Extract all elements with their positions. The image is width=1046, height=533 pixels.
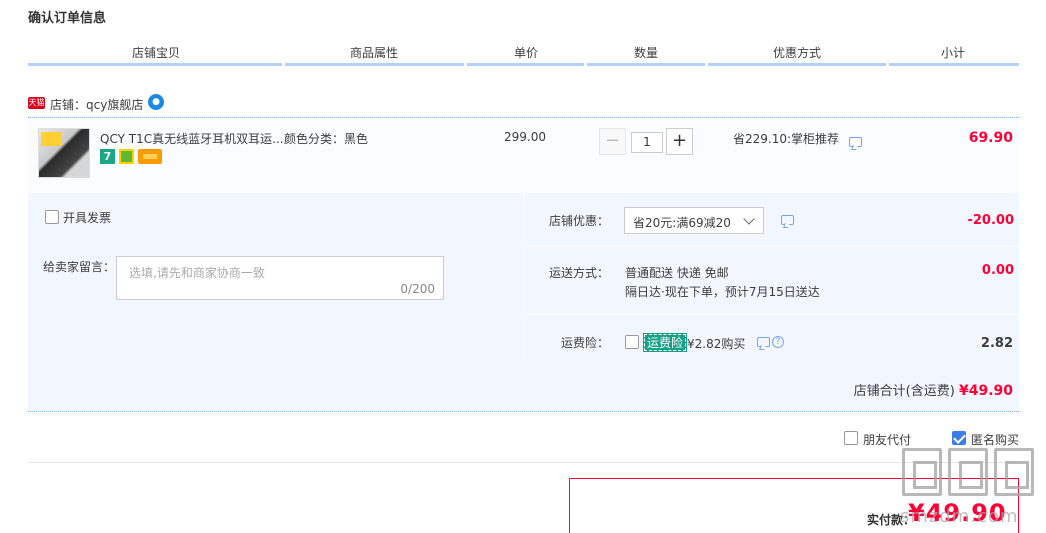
chevron-down-icon <box>743 213 755 225</box>
discount-info-icon[interactable] <box>849 137 862 147</box>
wangwang-chat-icon[interactable]: ● <box>148 94 164 110</box>
insurance-amount: 2.82 <box>980 336 1013 351</box>
header-bar <box>587 63 705 66</box>
shop-discount-amount: -20.00 <box>967 213 1014 228</box>
help-icon[interactable]: ? <box>772 336 784 348</box>
order-item: QCY T1C真无线蓝牙耳机双耳运... 颜色分类：黑色 7 299.00 − … <box>28 117 1019 193</box>
invoice-checkbox[interactable] <box>45 210 59 224</box>
header-bar <box>285 63 464 66</box>
table-header: 店铺宝贝 商品属性 单价 数量 优惠方式 小计 <box>28 44 1019 66</box>
header-bar <box>889 63 1019 66</box>
shipping-label: 运送方式： <box>549 266 610 280</box>
header-discount: 优惠方式 <box>773 46 822 60</box>
order-options: 开具发票 给卖家留言： 选填,请先和商家协商一致 0/200 店铺优惠： 省20… <box>28 193 1020 412</box>
quantity-decrease-button[interactable]: − <box>599 128 626 155</box>
seller-memo-input[interactable]: 选填,请先和商家协商一致 0/200 <box>116 256 444 300</box>
header-subtotal: 小计 <box>941 46 966 60</box>
insurance-tag: 运费险 <box>642 333 688 352</box>
shipping-eta: 隔日达·现在下单，预计7月15日送达 <box>625 285 820 299</box>
item-subtotal: 69.90 <box>968 130 1013 146</box>
shop-total: 店铺合计(含运费) ¥49.90 <box>854 380 1013 399</box>
credit-card-icon[interactable] <box>138 149 162 164</box>
quantity-stepper: − 1 + <box>599 128 694 156</box>
shop-discount-value: 省20元:满69减20 <box>633 216 731 230</box>
page-title: 确认订单信息 <box>28 11 107 26</box>
payment-amount: ¥49.90 <box>908 499 1007 527</box>
guarantee-icon[interactable] <box>119 149 134 164</box>
buyer-options: 开具发票 给卖家留言： 选填,请先和商家协商一致 0/200 <box>28 193 523 361</box>
tmall-icon: 天猫 <box>28 97 45 109</box>
extra-options: 朋友代付 匿名购买 <box>28 428 1019 448</box>
memo-label: 给卖家留言： <box>43 260 116 274</box>
shipping-amount: 0.00 <box>981 263 1014 278</box>
anonymous-label: 匿名购买 <box>971 433 1020 447</box>
shop-options: 店铺优惠： 省20元:满69减20 -20.00 运送方式： 普通配送 快递 免… <box>523 193 1020 361</box>
friend-pay-label: 朋友代付 <box>863 433 912 447</box>
anonymous-checkbox[interactable] <box>952 431 966 445</box>
product-thumbnail[interactable] <box>38 128 90 178</box>
friend-pay-checkbox[interactable] <box>844 431 858 445</box>
unit-price: 299.00 <box>504 130 546 144</box>
insurance-checkbox[interactable] <box>625 335 639 349</box>
header-bar <box>28 63 282 66</box>
shop-discount-select[interactable]: 省20元:满69减20 <box>624 207 764 234</box>
insurance-info-icon[interactable] <box>757 337 770 347</box>
shop-name-link[interactable]: 店铺：qcy旗舰店 <box>50 96 143 113</box>
memo-counter: 0/200 <box>400 282 435 296</box>
header-shop-item: 店铺宝贝 <box>132 46 181 60</box>
item-discount: 省229.10:掌柜推荐 <box>733 132 840 146</box>
discount-info-icon[interactable] <box>781 215 794 225</box>
header-bar <box>467 63 584 66</box>
divider <box>28 462 1019 463</box>
shipping-method: 普通配送 快递 免邮 <box>625 266 729 280</box>
shipping-row: 运送方式： 普通配送 快递 免邮 隔日达·现在下单，预计7月15日送达 0.00 <box>524 247 1020 315</box>
header-attributes: 商品属性 <box>350 46 399 60</box>
quantity-input[interactable]: 1 <box>631 132 663 153</box>
shop-discount-row: 店铺优惠： 省20元:满69减20 -20.00 <box>524 193 1020 247</box>
header-quantity: 数量 <box>634 46 659 60</box>
shop-total-label: 店铺合计(含运费) <box>853 384 955 399</box>
header-unit-price: 单价 <box>514 46 539 60</box>
invoice-label: 开具发票 <box>63 211 112 225</box>
seven-day-return-icon[interactable]: 7 <box>100 149 115 164</box>
product-name-link[interactable]: QCY T1C真无线蓝牙耳机双耳运... <box>100 130 284 147</box>
shop-discount-label: 店铺优惠： <box>549 214 610 228</box>
product-attribute: 颜色分类：黑色 <box>284 132 369 146</box>
insurance-price: ¥2.82购买 <box>687 337 746 351</box>
payment-summary: 实付款： ¥49.90 <box>569 478 1019 533</box>
quantity-increase-button[interactable]: + <box>666 128 693 155</box>
header-bar <box>708 63 886 66</box>
shop-total-value: ¥49.90 <box>958 383 1013 399</box>
memo-placeholder: 选填,请先和商家协商一致 <box>129 266 265 280</box>
insurance-label: 运费险： <box>561 336 610 350</box>
